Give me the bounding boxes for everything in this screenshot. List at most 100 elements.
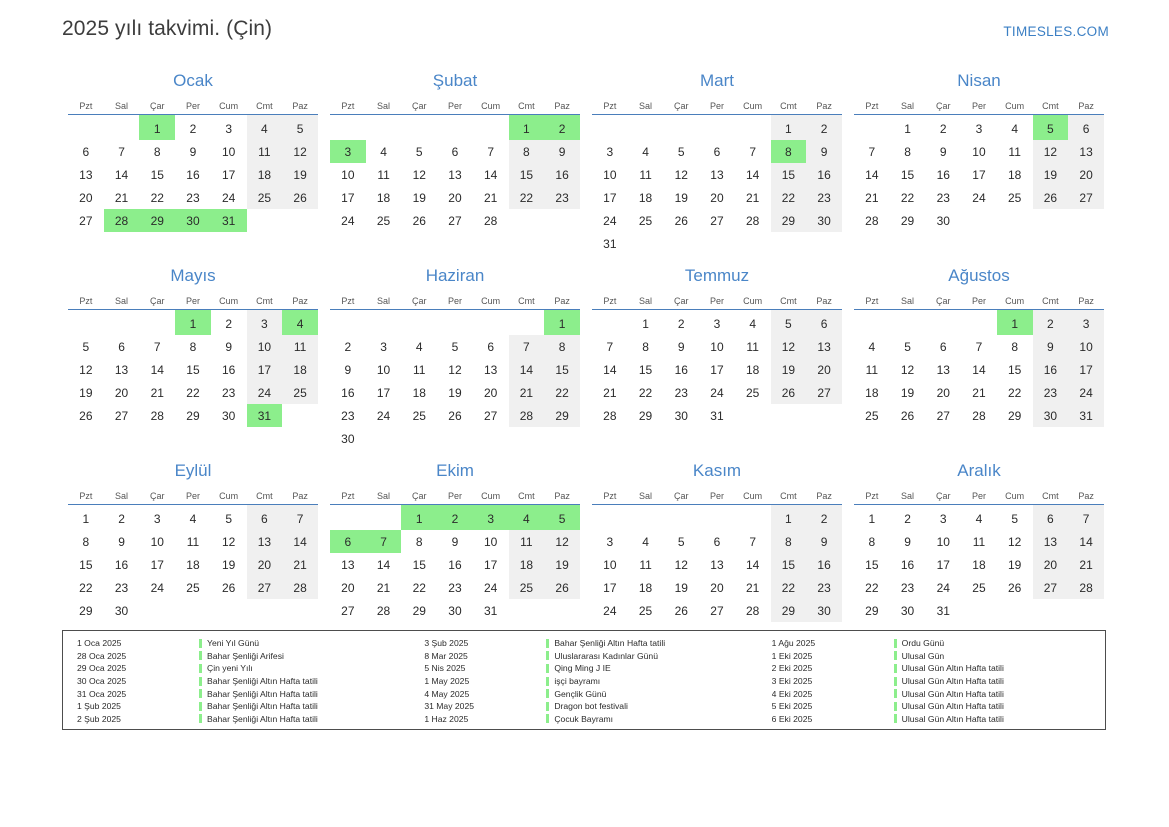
day-cell[interactable]: 24: [330, 209, 366, 232]
day-cell[interactable]: 16: [175, 163, 211, 186]
holiday-day-cell[interactable]: 2: [437, 504, 473, 530]
day-cell[interactable]: 12: [211, 530, 247, 553]
day-cell[interactable]: 7: [961, 335, 997, 358]
day-cell[interactable]: 8: [628, 335, 664, 358]
day-cell[interactable]: 10: [592, 163, 628, 186]
day-cell[interactable]: 20: [246, 553, 283, 576]
holiday-day-cell[interactable]: 5: [544, 504, 580, 530]
holiday-day-cell[interactable]: 4: [282, 309, 318, 335]
day-cell[interactable]: 12: [437, 358, 473, 381]
day-cell[interactable]: 18: [961, 553, 997, 576]
day-cell[interactable]: 22: [854, 576, 890, 599]
day-cell[interactable]: 15: [770, 163, 807, 186]
day-cell[interactable]: 8: [890, 140, 926, 163]
day-cell[interactable]: 17: [366, 381, 402, 404]
day-cell[interactable]: 25: [246, 186, 283, 209]
day-cell[interactable]: 16: [1032, 358, 1069, 381]
day-cell[interactable]: 13: [437, 163, 473, 186]
day-cell[interactable]: 23: [104, 576, 140, 599]
day-cell[interactable]: 10: [925, 530, 961, 553]
day-cell[interactable]: 8: [508, 140, 545, 163]
day-cell[interactable]: 8: [770, 530, 807, 553]
day-cell[interactable]: 6: [246, 504, 283, 530]
day-cell[interactable]: 27: [68, 209, 104, 232]
day-cell[interactable]: 21: [1068, 553, 1104, 576]
day-cell[interactable]: 24: [592, 599, 628, 622]
day-cell[interactable]: 20: [437, 186, 473, 209]
day-cell[interactable]: 3: [139, 505, 175, 531]
day-cell[interactable]: 15: [139, 163, 175, 186]
day-cell[interactable]: 13: [330, 553, 366, 576]
day-cell[interactable]: 15: [401, 553, 437, 576]
day-cell[interactable]: 28: [735, 209, 771, 232]
day-cell[interactable]: 20: [330, 576, 366, 599]
day-cell[interactable]: 21: [473, 186, 509, 209]
day-cell[interactable]: 1: [890, 115, 926, 141]
day-cell[interactable]: 1: [628, 310, 664, 336]
day-cell[interactable]: 3: [592, 140, 628, 163]
day-cell[interactable]: 20: [699, 576, 735, 599]
day-cell[interactable]: 9: [1032, 335, 1069, 358]
day-cell[interactable]: 21: [508, 381, 545, 404]
day-cell[interactable]: 25: [735, 381, 771, 404]
day-cell[interactable]: 21: [735, 576, 771, 599]
day-cell[interactable]: 10: [330, 163, 366, 186]
day-cell[interactable]: 23: [806, 576, 842, 599]
day-cell[interactable]: 28: [473, 209, 509, 232]
day-cell[interactable]: 11: [401, 358, 437, 381]
day-cell[interactable]: 15: [770, 553, 807, 576]
day-cell[interactable]: 4: [366, 140, 402, 163]
day-cell[interactable]: 8: [175, 335, 211, 358]
day-cell[interactable]: 16: [925, 163, 961, 186]
day-cell[interactable]: 15: [890, 163, 926, 186]
day-cell[interactable]: 3: [961, 115, 997, 141]
day-cell[interactable]: 14: [735, 163, 771, 186]
day-cell[interactable]: 13: [246, 530, 283, 553]
day-cell[interactable]: 25: [628, 599, 664, 622]
day-cell[interactable]: 17: [925, 553, 961, 576]
day-cell[interactable]: 14: [104, 163, 140, 186]
day-cell[interactable]: 25: [997, 186, 1033, 209]
day-cell[interactable]: 18: [401, 381, 437, 404]
day-cell[interactable]: 9: [330, 358, 366, 381]
day-cell[interactable]: 2: [806, 504, 842, 530]
day-cell[interactable]: 6: [473, 335, 509, 358]
day-cell[interactable]: 24: [592, 209, 628, 232]
day-cell[interactable]: 26: [401, 209, 437, 232]
day-cell[interactable]: 7: [473, 140, 509, 163]
day-cell[interactable]: 2: [806, 114, 842, 140]
day-cell[interactable]: 17: [592, 576, 628, 599]
day-cell[interactable]: 9: [890, 530, 926, 553]
day-cell[interactable]: 5: [437, 335, 473, 358]
day-cell[interactable]: 23: [806, 186, 842, 209]
day-cell[interactable]: 23: [211, 381, 247, 404]
day-cell[interactable]: 17: [699, 358, 735, 381]
day-cell[interactable]: 9: [544, 140, 580, 163]
day-cell[interactable]: 2: [175, 115, 211, 141]
day-cell[interactable]: 23: [437, 576, 473, 599]
holiday-day-cell[interactable]: 3: [472, 504, 509, 530]
day-cell[interactable]: 17: [473, 553, 509, 576]
day-cell[interactable]: 2: [925, 115, 961, 141]
day-cell[interactable]: 8: [854, 530, 890, 553]
day-cell[interactable]: 26: [211, 576, 247, 599]
day-cell[interactable]: 9: [211, 335, 247, 358]
day-cell[interactable]: 17: [1068, 358, 1104, 381]
holiday-day-cell[interactable]: 3: [330, 140, 366, 163]
day-cell[interactable]: 17: [211, 163, 247, 186]
day-cell[interactable]: 7: [139, 335, 175, 358]
day-cell[interactable]: 9: [104, 530, 140, 553]
day-cell[interactable]: 14: [735, 553, 771, 576]
day-cell[interactable]: 24: [1068, 381, 1104, 404]
day-cell[interactable]: 4: [628, 140, 664, 163]
day-cell[interactable]: 29: [854, 599, 890, 622]
day-cell[interactable]: 3: [592, 530, 628, 553]
day-cell[interactable]: 25: [401, 404, 437, 427]
day-cell[interactable]: 12: [401, 163, 437, 186]
day-cell[interactable]: 17: [592, 186, 628, 209]
day-cell[interactable]: 8: [401, 530, 437, 553]
day-cell[interactable]: 19: [401, 186, 437, 209]
day-cell[interactable]: 13: [104, 358, 140, 381]
day-cell[interactable]: 12: [997, 530, 1033, 553]
holiday-day-cell[interactable]: 1: [401, 504, 438, 530]
